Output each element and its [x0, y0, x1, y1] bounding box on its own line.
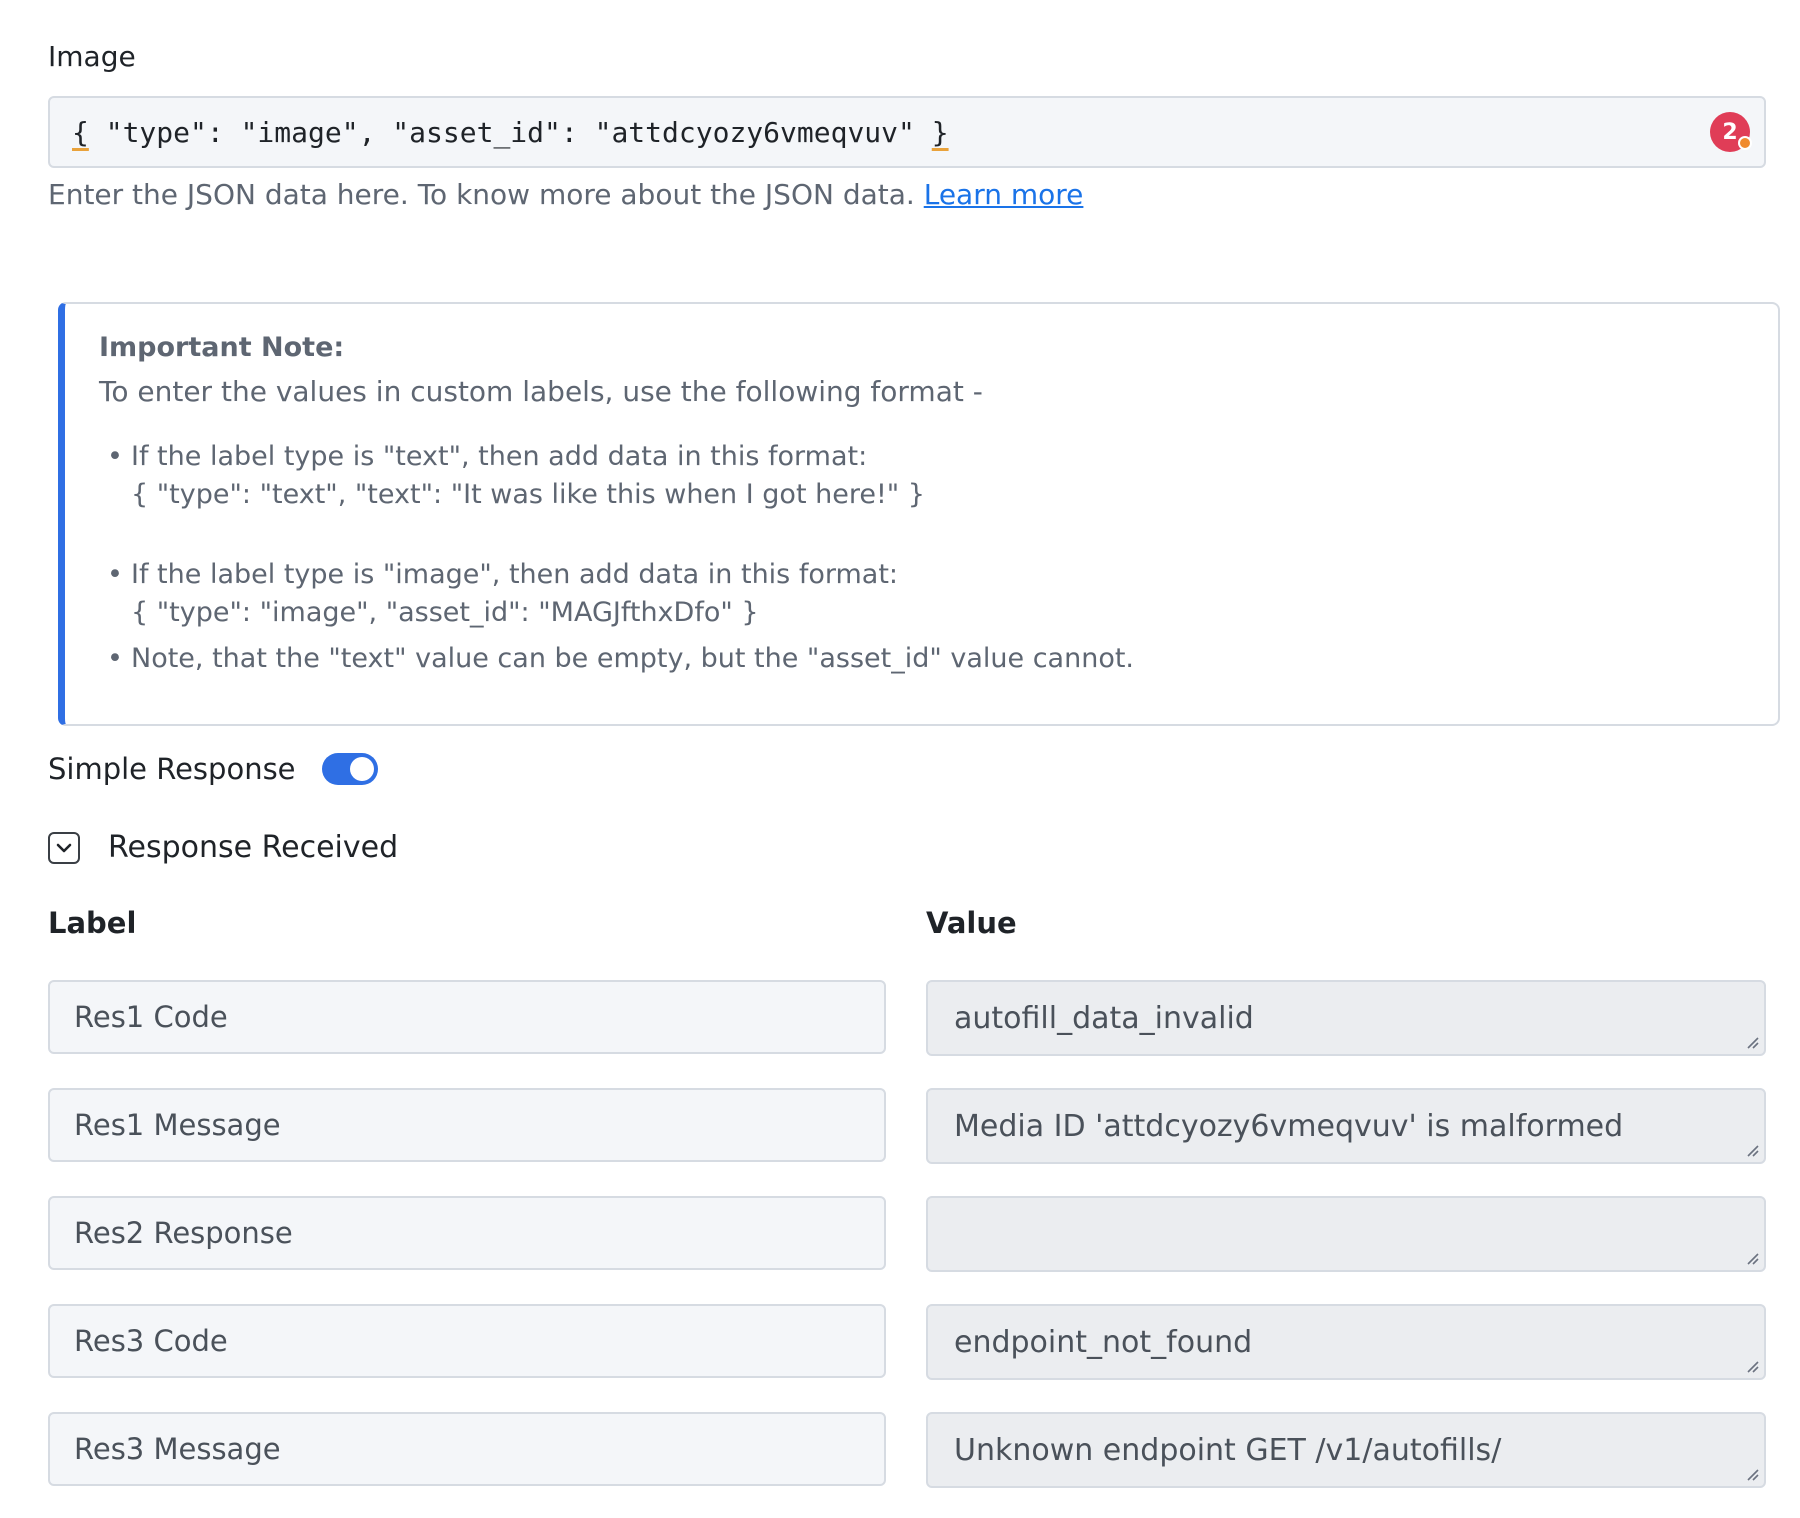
resize-handle-icon[interactable] — [1744, 1034, 1760, 1050]
toggle-knob — [349, 757, 374, 781]
help-text: Enter the JSON data here. To know more a… — [48, 178, 924, 211]
important-note-box: Important Note: To enter the values in c… — [58, 302, 1780, 726]
json-help-text: Enter the JSON data here. To know more a… — [48, 178, 1083, 211]
value-text: Unknown endpoint GET /v1/autofills/ — [954, 1432, 1502, 1468]
note-item-empty-rule: Note, that the "text" value can be empty… — [99, 640, 1744, 678]
image-field-title: Image — [48, 40, 136, 73]
response-received-label: Response Received — [108, 830, 399, 865]
badge-status-dot — [1738, 136, 1752, 150]
note-item-line: Note, that the "text" value can be empty… — [131, 643, 1135, 674]
json-close-brace: } — [931, 115, 949, 149]
label-input-res1-message[interactable]: Res1 Message — [48, 1088, 886, 1162]
learn-more-link[interactable]: Learn more — [924, 178, 1084, 211]
note-item-text-format: If the label type is "text", then add da… — [99, 438, 1744, 514]
note-title: Important Note: — [99, 332, 345, 363]
value-text: Media ID 'attdcyozy6vmeqvuv' is malforme… — [954, 1108, 1624, 1144]
json-open-brace: { — [72, 115, 89, 149]
label-input-res3-message[interactable]: Res3 Message — [48, 1412, 886, 1486]
value-text: endpoint_not_found — [954, 1324, 1253, 1360]
value-field-res1-code[interactable]: autofill_data_invalid — [926, 980, 1766, 1056]
json-body: "type": "image", "asset_id": "attdcyozy6… — [88, 115, 932, 149]
image-json-value: { "type": "image", "asset_id": "attdcyoz… — [72, 116, 949, 149]
note-intro: To enter the values in custom labels, us… — [99, 375, 983, 408]
collapse-toggle-button[interactable] — [48, 831, 80, 864]
simple-response-toggle[interactable] — [321, 753, 378, 785]
note-item-example: { "type": "text", "text": "It was like t… — [131, 479, 925, 510]
error-count-badge[interactable]: 2 — [1710, 112, 1752, 152]
label-input-res2-response[interactable]: Res2 Response — [48, 1196, 886, 1270]
image-json-input[interactable]: { "type": "image", "asset_id": "attdcyoz… — [48, 96, 1766, 168]
resize-handle-icon[interactable] — [1744, 1358, 1760, 1374]
note-item-example: { "type": "image", "asset_id": "MAGJfthx… — [131, 597, 759, 628]
resize-handle-icon[interactable] — [1744, 1466, 1760, 1482]
note-item-line: If the label type is "image", then add d… — [131, 559, 899, 590]
value-field-res1-message[interactable]: Media ID 'attdcyozy6vmeqvuv' is malforme… — [926, 1088, 1766, 1164]
label-input-res3-code[interactable]: Res3 Code — [48, 1304, 886, 1378]
response-received-row: Response Received — [48, 830, 398, 865]
label-input-res1-code[interactable]: Res1 Code — [48, 980, 886, 1054]
value-field-res2-response[interactable] — [926, 1196, 1766, 1272]
label-column-header: Label — [48, 906, 137, 940]
value-text: autofill_data_invalid — [954, 1000, 1254, 1036]
badge-count: 2 — [1722, 119, 1738, 145]
resize-handle-icon[interactable] — [1744, 1250, 1760, 1266]
resize-handle-icon[interactable] — [1744, 1142, 1760, 1158]
value-column-header: Value — [926, 906, 1017, 940]
simple-response-row: Simple Response — [48, 752, 378, 786]
note-list: If the label type is "text", then add da… — [99, 438, 1744, 678]
note-item-line: If the label type is "text", then add da… — [131, 441, 868, 472]
note-item-image-format: If the label type is "image", then add d… — [99, 556, 1744, 632]
value-field-res3-message[interactable]: Unknown endpoint GET /v1/autofills/ — [926, 1412, 1766, 1488]
value-field-res3-code[interactable]: endpoint_not_found — [926, 1304, 1766, 1380]
chevron-down-icon — [56, 843, 72, 852]
simple-response-label: Simple Response — [48, 752, 296, 786]
